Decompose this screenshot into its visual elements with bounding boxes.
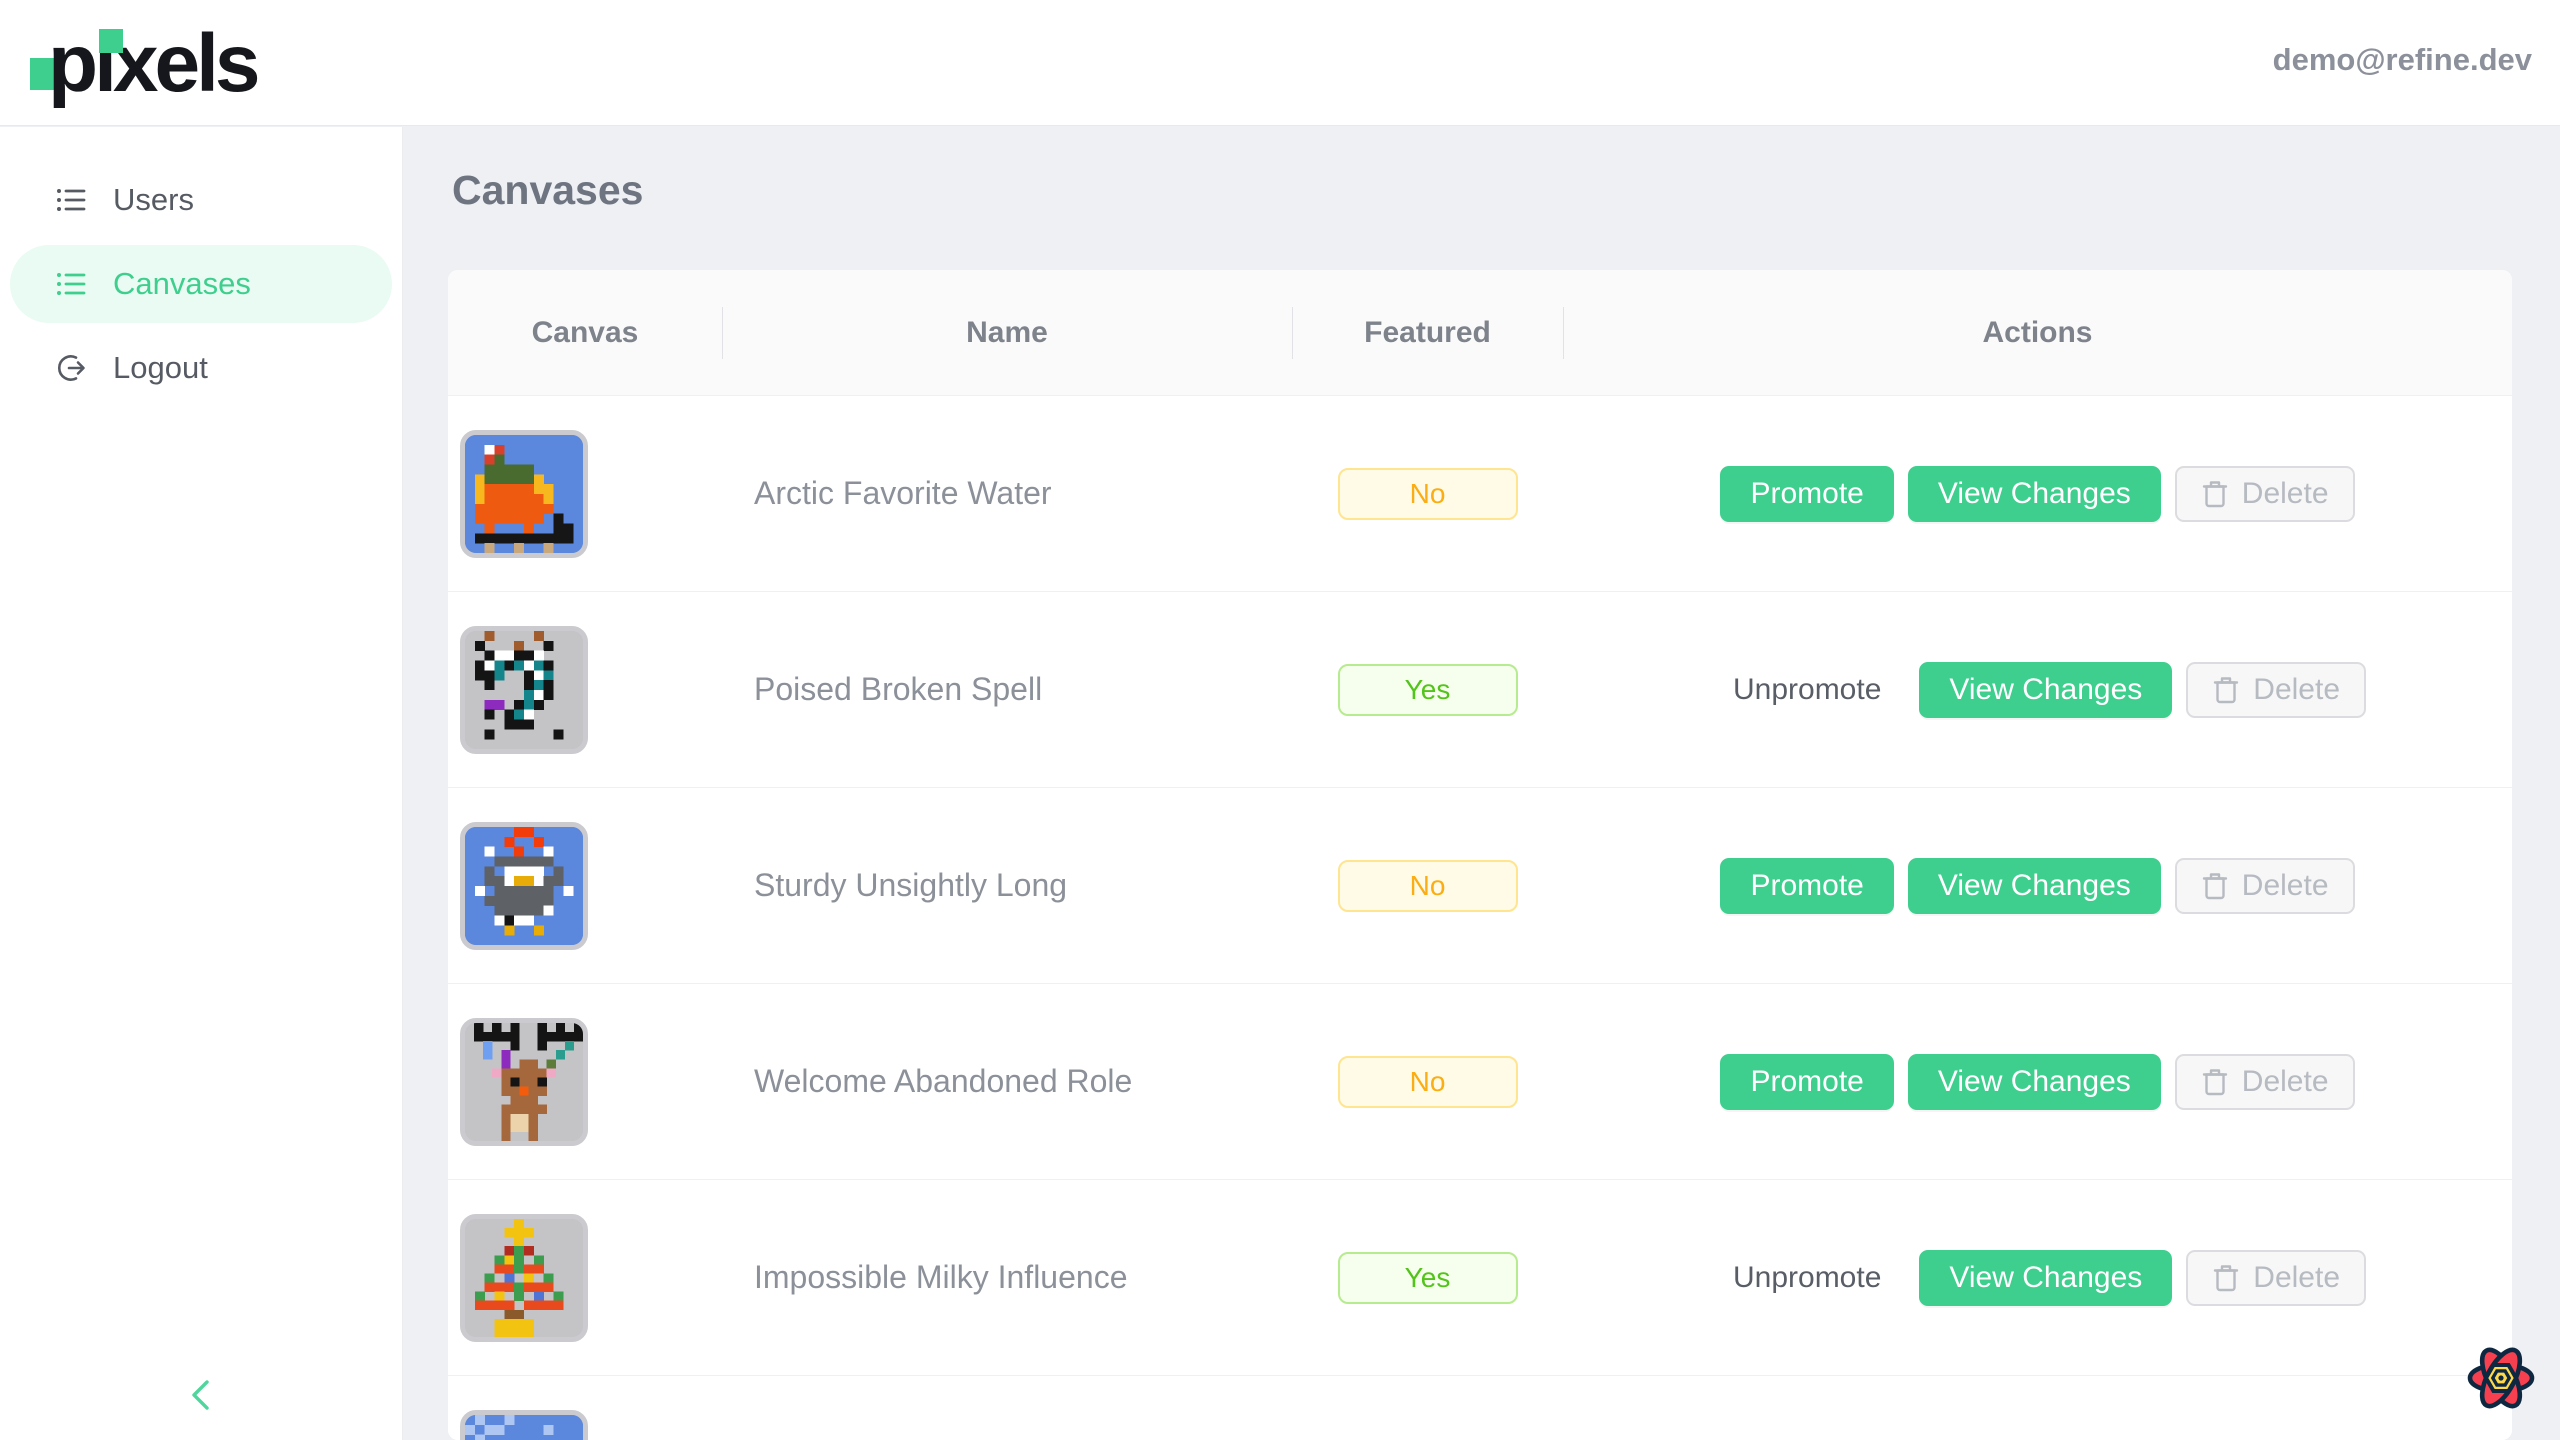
delete-button[interactable]: Delete	[2186, 1250, 2366, 1306]
delete-button[interactable]: Delete	[2175, 858, 2355, 914]
column-header-actions: Actions	[1563, 316, 2512, 350]
unpromote-button[interactable]: Unpromote	[1709, 1250, 1905, 1306]
promote-button[interactable]: Promote	[1720, 466, 1893, 522]
delete-label: Delete	[2253, 673, 2340, 707]
sidebar-item-canvases[interactable]: Canvases	[10, 245, 392, 323]
canvas-thumbnail[interactable]	[460, 626, 588, 754]
delete-label: Delete	[2242, 869, 2329, 903]
unordered-list-icon	[55, 268, 87, 300]
featured-cell: No	[1292, 468, 1563, 520]
canvas-thumbnail[interactable]	[460, 430, 588, 558]
canvas-name: Arctic Favorite Water	[722, 475, 1292, 512]
column-header-name: Name	[722, 316, 1292, 350]
trash-icon	[2201, 1067, 2229, 1097]
logo-green-dot	[99, 29, 123, 53]
christmas-tree-pixel-art-icon	[465, 1219, 583, 1337]
actions-cell: Unpromote View Changes Delete	[1563, 662, 2512, 718]
unpromote-button[interactable]: Unpromote	[1709, 662, 1905, 718]
canvas-cell	[448, 430, 722, 558]
logo-text: pıxels	[48, 23, 256, 105]
snow-pixel-art-icon	[465, 1415, 583, 1440]
canvases-table-card: Canvas Name Featured Actions Arctic Favo…	[448, 270, 2512, 1440]
react-query-devtools-button[interactable]	[2462, 1338, 2540, 1418]
actions-cell: Promote View Changes Delete	[1563, 1054, 2512, 1110]
chevron-left-icon	[184, 1401, 218, 1418]
delete-button[interactable]: Delete	[2186, 662, 2366, 718]
actions-cell: Promote View Changes Delete	[1563, 466, 2512, 522]
react-query-devtools-icon	[2462, 1405, 2540, 1422]
trash-icon	[2212, 1263, 2240, 1293]
featured-badge: Yes	[1338, 1252, 1518, 1304]
delete-button[interactable]: Delete	[2175, 466, 2355, 522]
sidebar: Users Canvases Logout	[0, 127, 403, 1440]
canvas-thumbnail[interactable]	[460, 822, 588, 950]
view-changes-button[interactable]: View Changes	[1919, 1250, 2172, 1306]
table-body: Arctic Favorite Water No Promote View Ch…	[448, 395, 2512, 1440]
canvas-name: Poised Broken Spell	[722, 671, 1292, 708]
reindeer-pixel-art-icon	[465, 1023, 583, 1141]
canvas-thumbnail[interactable]	[460, 1410, 588, 1440]
candy-cane-pixel-art-icon	[465, 631, 583, 749]
promote-button[interactable]: Promote	[1720, 858, 1893, 914]
actions-cell: Promote View Changes Delete	[1563, 858, 2512, 914]
canvas-thumbnail[interactable]	[460, 1018, 588, 1146]
actions-cell: Unpromote View Changes Delete	[1563, 1250, 2512, 1306]
delete-label: Delete	[2253, 1261, 2340, 1295]
canvas-cell	[448, 822, 722, 950]
featured-cell: Yes	[1292, 1252, 1563, 1304]
column-header-featured: Featured	[1292, 316, 1563, 350]
table-header: Canvas Name Featured Actions	[448, 270, 2512, 395]
featured-badge: Yes	[1338, 664, 1518, 716]
featured-badge: No	[1338, 860, 1518, 912]
penguin-pixel-art-icon	[465, 827, 583, 945]
unordered-list-icon	[55, 184, 87, 216]
view-changes-button[interactable]: View Changes	[1908, 1054, 2161, 1110]
table-row: Impossible Milky Influence Yes Unpromote…	[448, 1179, 2512, 1375]
table-row: Poised Broken Spell Yes Unpromote View C…	[448, 591, 2512, 787]
sidebar-item-label: Logout	[113, 350, 208, 386]
sidebar-item-label: Users	[113, 182, 194, 218]
main-content: Canvases Canvas Name Featured Actions Ar…	[404, 127, 2560, 1440]
page-title: Canvases	[452, 167, 2560, 214]
trash-icon	[2201, 871, 2229, 901]
featured-cell: No	[1292, 1056, 1563, 1108]
sidebar-item-users[interactable]: Users	[10, 161, 392, 239]
promote-button[interactable]: Promote	[1720, 1054, 1893, 1110]
delete-label: Delete	[2242, 1065, 2329, 1099]
table-row: Arctic Favorite Water No Promote View Ch…	[448, 395, 2512, 591]
featured-cell: Yes	[1292, 664, 1563, 716]
canvas-thumbnail[interactable]	[460, 1214, 588, 1342]
featured-badge: No	[1338, 468, 1518, 520]
canvas-cell	[448, 626, 722, 754]
canvas-name: Sturdy Unsightly Long	[722, 867, 1292, 904]
sidebar-collapse-button[interactable]	[184, 1376, 218, 1414]
table-row: Unpromote View Changes Delete	[448, 1375, 2512, 1440]
user-email: demo@refine.dev	[2273, 42, 2532, 78]
delete-button[interactable]: Delete	[2175, 1054, 2355, 1110]
trash-icon	[2201, 479, 2229, 509]
sleigh-pixel-art-icon	[465, 435, 583, 553]
view-changes-button[interactable]: View Changes	[1908, 858, 2161, 914]
pixels-logo[interactable]: pıxels	[48, 16, 256, 112]
view-changes-button[interactable]: View Changes	[1919, 662, 2172, 718]
view-changes-button[interactable]: View Changes	[1908, 466, 2161, 522]
featured-cell: No	[1292, 860, 1563, 912]
featured-badge: No	[1338, 1056, 1518, 1108]
sidebar-item-logout[interactable]: Logout	[10, 329, 392, 407]
canvas-cell	[448, 1018, 722, 1146]
canvas-cell	[448, 1410, 722, 1440]
canvas-name: Welcome Abandoned Role	[722, 1063, 1292, 1100]
table-row: Sturdy Unsightly Long No Promote View Ch…	[448, 787, 2512, 983]
topbar: pıxels demo@refine.dev	[0, 0, 2560, 126]
canvas-cell	[448, 1214, 722, 1342]
table-row: Welcome Abandoned Role No Promote View C…	[448, 983, 2512, 1179]
trash-icon	[2212, 675, 2240, 705]
delete-label: Delete	[2242, 477, 2329, 511]
sidebar-item-label: Canvases	[113, 266, 251, 302]
column-header-canvas: Canvas	[448, 316, 722, 350]
canvas-name: Impossible Milky Influence	[722, 1259, 1292, 1296]
logout-icon	[55, 352, 87, 384]
